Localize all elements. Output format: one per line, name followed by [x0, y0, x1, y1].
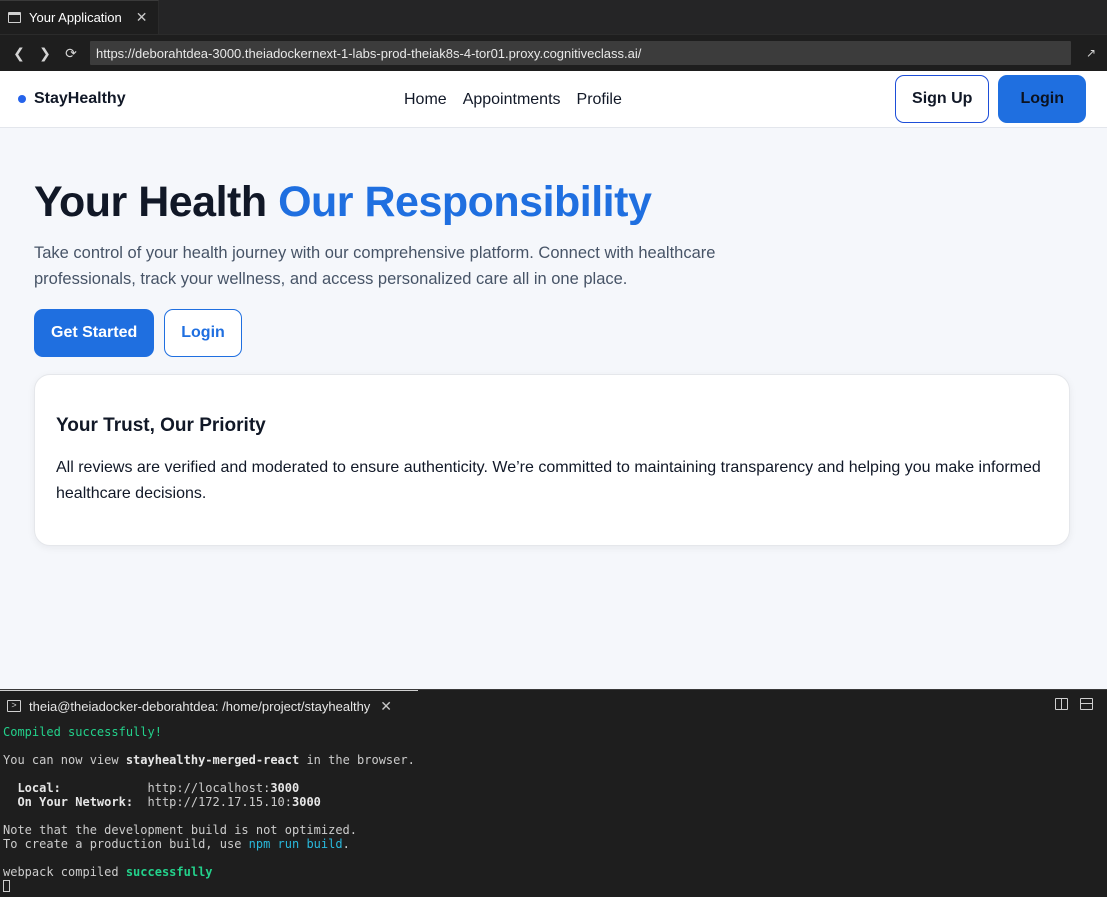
brand-dot-icon [18, 95, 26, 103]
reload-icon[interactable]: ⟳ [64, 45, 78, 62]
page-viewport: StayHealthy Home Appointments Profile Si… [0, 71, 1107, 689]
nav-actions: Sign Up Login [895, 75, 1086, 123]
prod-prefix: To create a production build, use [3, 837, 249, 851]
webpack-status: successfully [125, 865, 213, 879]
hero-title: Your Health Our Responsibility [34, 174, 1073, 230]
view-prefix: You can now view [3, 753, 126, 767]
terminal-tab[interactable]: > theia@theiadocker-deborahtdea: /home/p… [0, 689, 418, 722]
terminal-panel: > theia@theiadocker-deborahtdea: /home/p… [0, 689, 1107, 897]
close-icon[interactable]: ✕ [136, 9, 148, 26]
trust-card-body: All reviews are verified and moderated t… [56, 459, 1041, 502]
nav-login-button[interactable]: Login [998, 75, 1086, 123]
forward-icon[interactable]: ❯ [38, 45, 52, 62]
hero-title-main: Your Health [34, 178, 279, 226]
note-line: Note that the development build is not o… [3, 823, 358, 837]
browser-tab-title: Your Application [29, 10, 122, 25]
hero-actions: Get Started Login [34, 309, 1073, 357]
nav-link-appointments[interactable]: Appointments [463, 91, 561, 109]
close-icon[interactable]: ✕ [380, 698, 392, 715]
get-started-button[interactable]: Get Started [34, 309, 155, 357]
back-icon[interactable]: ❮ [12, 45, 26, 62]
split-vertical-icon[interactable] [1055, 698, 1068, 710]
terminal-tab-title: theia@theiadocker-deborahtdea: /home/pro… [29, 698, 371, 714]
split-horizontal-icon[interactable] [1080, 698, 1093, 710]
browser-tab[interactable]: Your Application ✕ [0, 0, 159, 34]
compiled-line: Compiled successfully! [3, 725, 162, 739]
prod-line: To create a production build, use npm ru… [3, 837, 350, 851]
network-port: 3000 [292, 795, 321, 809]
webpack-line: webpack compiled successfully [3, 865, 213, 879]
site-navbar: StayHealthy Home Appointments Profile Si… [0, 71, 1107, 128]
local-port: 3000 [270, 781, 300, 795]
network-label: On Your Network: [3, 795, 134, 809]
view-suffix: in the browser. [299, 753, 415, 767]
terminal-tab-bar: > theia@theiadocker-deborahtdea: /home/p… [0, 689, 1107, 721]
trust-card-title: Your Trust, Our Priority [56, 415, 266, 436]
brand-logo[interactable]: StayHealthy [18, 90, 126, 108]
sign-up-button[interactable]: Sign Up [895, 75, 990, 123]
prod-suffix: . [342, 837, 350, 851]
prod-command: npm run build [248, 837, 343, 851]
hero-description: Take control of your health journey with… [34, 244, 716, 288]
hero-title-accent: Our Responsibility [278, 178, 652, 226]
window-icon [8, 12, 21, 23]
brand-name: StayHealthy [34, 90, 126, 107]
terminal-cursor [3, 880, 10, 892]
local-label: Local: [3, 781, 61, 795]
terminal-icon: > [7, 700, 21, 712]
hero-login-button[interactable]: Login [164, 309, 242, 357]
view-line: You can now view stayhealthy-merged-reac… [3, 753, 415, 767]
terminal-tools [1055, 698, 1093, 710]
nav-link-home[interactable]: Home [404, 91, 447, 109]
app-name: stayhealthy-merged-react [125, 753, 300, 767]
hero-section: Your Health Our Responsibility Take cont… [0, 128, 1107, 357]
nav-links: Home Appointments Profile [404, 71, 622, 128]
nav-link-profile[interactable]: Profile [577, 91, 622, 109]
network-url: http://172.17.15.10: [147, 795, 293, 809]
webpack-prefix: webpack compiled [3, 865, 126, 879]
address-bar: ❮ ❯ ⟳ https://deborahtdea-3000.theiadock… [0, 35, 1107, 71]
local-pad [61, 781, 148, 795]
tab-bar-empty [158, 0, 1107, 34]
local-url: http://localhost: [147, 781, 271, 795]
open-external-icon[interactable]: ↗ [1083, 46, 1099, 60]
browser-tab-bar: Your Application ✕ [0, 0, 1107, 35]
url-input[interactable]: https://deborahtdea-3000.theiadockernext… [90, 41, 1071, 65]
network-pad [133, 795, 147, 809]
trust-card: Your Trust, Our Priority All reviews are… [34, 374, 1070, 546]
terminal-output[interactable]: Compiled successfully! You can now view … [0, 721, 1107, 897]
